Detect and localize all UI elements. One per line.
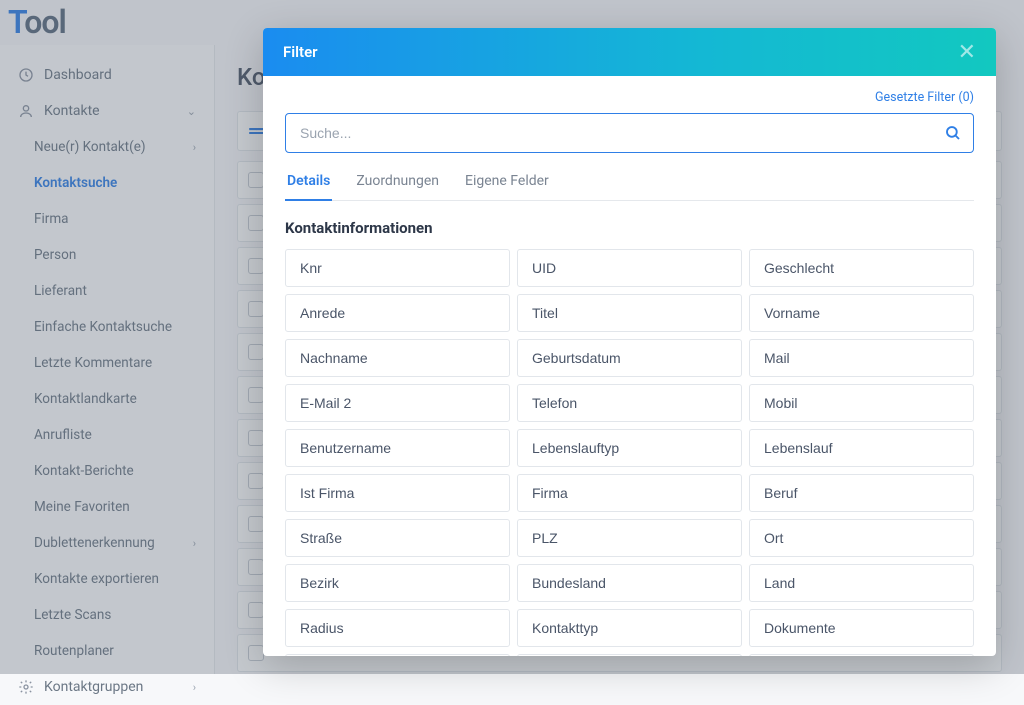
sidebar-label: Kontaktgruppen — [44, 679, 143, 695]
filter-modal: Filter ✕ Gesetzte Filter (0) Details Zuo… — [263, 28, 996, 656]
field-lebenslauftyp[interactable]: Lebenslauftyp — [517, 429, 742, 467]
close-icon[interactable]: ✕ — [958, 40, 976, 65]
field-vorname[interactable]: Vorname — [749, 294, 974, 332]
field-beruf[interactable]: Beruf — [749, 474, 974, 512]
field-mail[interactable]: Mail — [749, 339, 974, 377]
field-ist-firma[interactable]: Ist Firma — [285, 474, 510, 512]
field-uid[interactable]: UID — [517, 249, 742, 287]
field-titel[interactable]: Titel — [517, 294, 742, 332]
field-knr[interactable]: Knr — [285, 249, 510, 287]
tab-eigene-felder[interactable]: Eigene Felder — [463, 165, 551, 201]
field-ort[interactable]: Ort — [749, 519, 974, 557]
modal-tabs: Details Zuordnungen Eigene Felder — [285, 165, 974, 201]
field-radius[interactable]: Radius — [285, 609, 510, 647]
tab-zuordnungen[interactable]: Zuordnungen — [354, 165, 441, 201]
search-input[interactable] — [285, 113, 974, 153]
modal-body: Gesetzte Filter (0) Details Zuordnungen … — [263, 76, 996, 656]
field-plz[interactable]: PLZ — [517, 519, 742, 557]
field-benutzername[interactable]: Benutzername — [285, 429, 510, 467]
field-kontakttyp[interactable]: Kontakttyp — [517, 609, 742, 647]
search-wrapper — [285, 113, 974, 153]
search-icon[interactable] — [944, 124, 962, 142]
tab-details[interactable]: Details — [285, 165, 332, 201]
sidebar-item-kontaktgruppen[interactable]: Kontaktgruppen › — [0, 669, 214, 705]
field-land[interactable]: Land — [749, 564, 974, 602]
field-anrede[interactable]: Anrede — [285, 294, 510, 332]
field-strasse[interactable]: Straße — [285, 519, 510, 557]
chevron-right-icon: › — [193, 681, 196, 694]
modal-header: Filter ✕ — [263, 28, 996, 76]
field-mobil[interactable]: Mobil — [749, 384, 974, 422]
field-bundesland[interactable]: Bundesland — [517, 564, 742, 602]
field-email2[interactable]: E-Mail 2 — [285, 384, 510, 422]
field-veranstaltung[interactable]: Veranstaltung — [285, 654, 510, 656]
field-nachname[interactable]: Nachname — [285, 339, 510, 377]
field-anlagedatum[interactable]: Anlagedatum — [749, 654, 974, 656]
section-title: Kontaktinformationen — [285, 219, 974, 237]
field-bezirk[interactable]: Bezirk — [285, 564, 510, 602]
field-lebenslauf[interactable]: Lebenslauf — [749, 429, 974, 467]
field-grid: Knr UID Geschlecht Anrede Titel Vorname … — [285, 249, 974, 656]
modal-title: Filter — [283, 43, 318, 61]
field-telefon[interactable]: Telefon — [517, 384, 742, 422]
field-geburtsdatum[interactable]: Geburtsdatum — [517, 339, 742, 377]
field-geschlecht[interactable]: Geschlecht — [749, 249, 974, 287]
set-filters-link[interactable]: Gesetzte Filter (0) — [285, 90, 974, 105]
field-dokumente[interactable]: Dokumente — [749, 609, 974, 647]
gear-icon — [18, 679, 34, 695]
field-zustaendiger-mitarbeiter[interactable]: Zuständiger Mitarbeiter — [517, 654, 742, 656]
field-firma[interactable]: Firma — [517, 474, 742, 512]
